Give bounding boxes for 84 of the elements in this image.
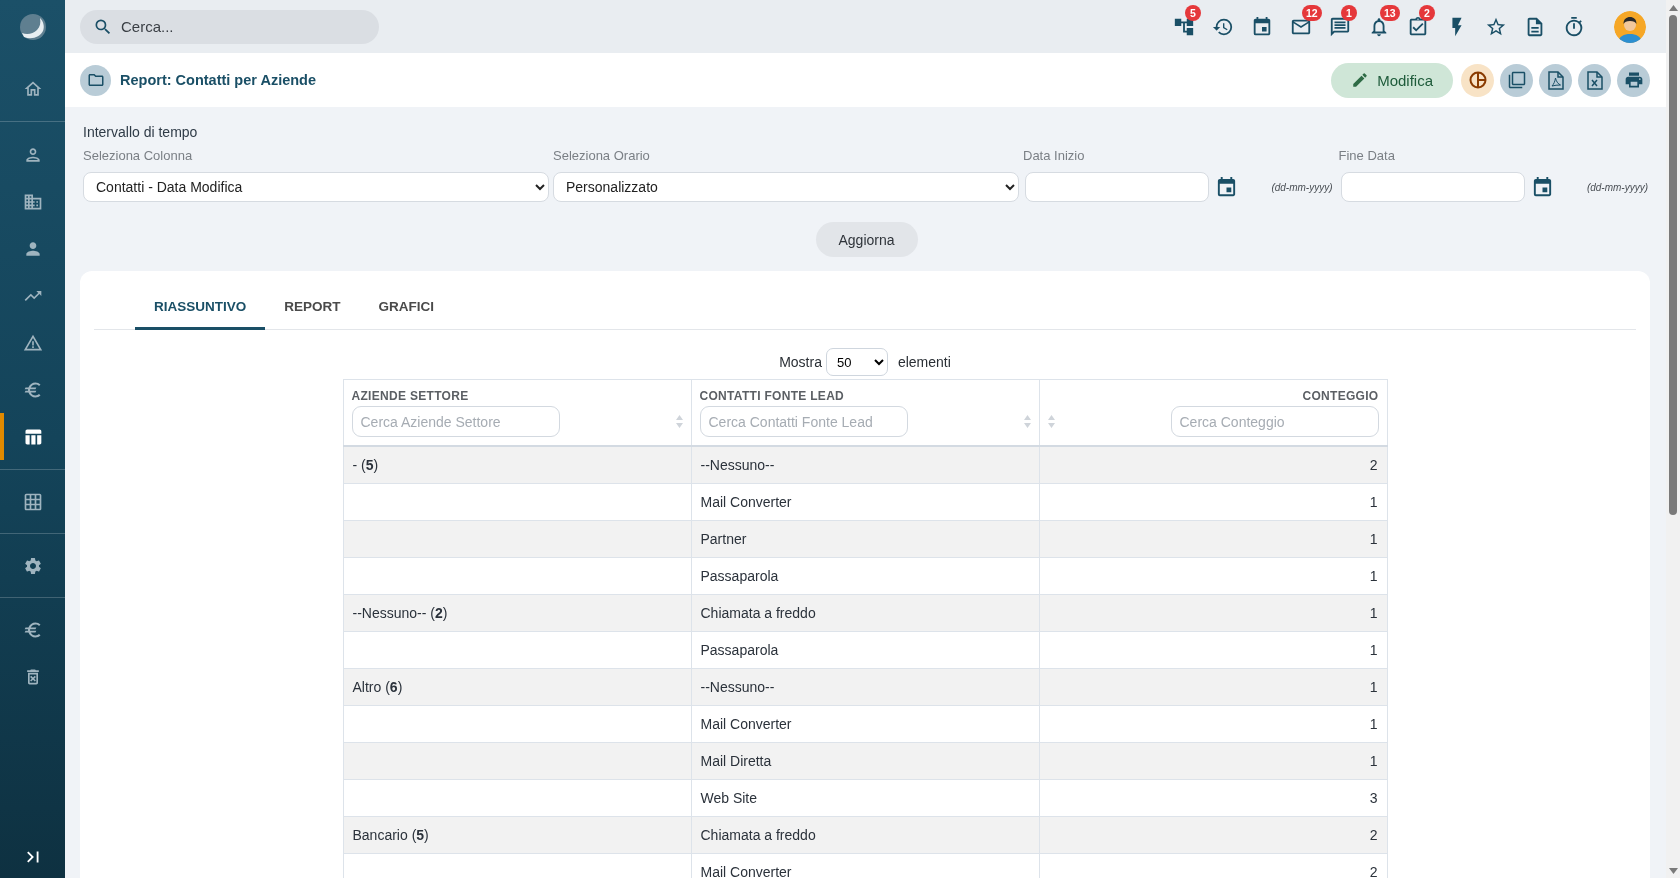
date-format-hint: (dd-mm-yyyy)	[1271, 181, 1334, 193]
count-badge: 5	[1185, 4, 1201, 21]
table-cell-text: 1	[1369, 715, 1378, 732]
table-cell-text: --Nessuno--	[700, 456, 775, 473]
column-search-field[interactable]: Cerca Aziende Settore	[351, 406, 560, 437]
date-format-hint: (dd-mm-yyyy)	[1586, 181, 1649, 193]
table-cell-text: Web Site	[700, 789, 758, 806]
avatar-icon[interactable]	[1614, 10, 1646, 43]
table-cell-text: --Nessuno-- (2)	[352, 604, 448, 621]
update-button[interactable]: Aggiorna	[815, 222, 918, 257]
settings-icon	[22, 555, 43, 576]
table-cell-text: Altro (6)	[352, 678, 403, 695]
column-heading[interactable]: CONTATTI FONTE LEAD	[699, 389, 1031, 403]
calendar-icon[interactable]	[1215, 175, 1238, 199]
table-cell-text: Mail Converter	[700, 493, 792, 510]
clipboard-check-icon[interactable]	[1407, 15, 1429, 38]
chart-button[interactable]	[1461, 63, 1494, 97]
pdf-file-icon	[1547, 70, 1564, 90]
grid-icon	[22, 491, 43, 512]
length-suffix: elementi	[897, 354, 951, 370]
table-cell-text: - (5)	[352, 456, 379, 473]
section-title: Intervallo di tempo	[83, 124, 199, 140]
copy-button[interactable]	[1500, 63, 1533, 97]
column-search-field[interactable]: Cerca Contatti Fonte Lead	[699, 406, 908, 437]
spreadsheet-button[interactable]	[1578, 63, 1611, 97]
table-cell-text: Chiamata a freddo	[700, 604, 816, 621]
column-select[interactable]: Contatti - Data Modifica	[83, 172, 549, 202]
date-field[interactable]	[1025, 172, 1209, 202]
page-length-select[interactable]: 50	[825, 348, 888, 376]
field-label: Seleziona Orario	[553, 148, 651, 163]
field-label: Data Inizio	[1023, 148, 1086, 163]
table-cell-text: Mail Converter	[700, 863, 792, 878]
spreadsheet-file-icon	[1586, 70, 1603, 90]
pie-chart-icon	[1468, 71, 1487, 89]
table-cell-text: 1	[1369, 493, 1378, 510]
date-field[interactable]	[1340, 172, 1525, 202]
table-cell-text: 1	[1369, 530, 1378, 547]
pencil-icon	[1351, 71, 1370, 89]
table-cell-text: 1	[1369, 678, 1378, 695]
table-cell-text: --Nessuno--	[700, 678, 775, 695]
column-search-field[interactable]: Cerca Conteggio	[1170, 406, 1379, 437]
count-badge: 2	[1419, 4, 1435, 21]
table-cell-text: Passaparola	[700, 567, 779, 584]
field-label: Seleziona Colonna	[83, 148, 194, 163]
folder-icon	[80, 64, 111, 96]
table-cell-text: 2	[1369, 826, 1378, 843]
copy-icon	[1507, 71, 1526, 89]
table-cell-text: 1	[1369, 567, 1378, 584]
stopwatch-icon[interactable]	[1563, 15, 1585, 38]
column-heading[interactable]: AZIENDE SETTORE	[351, 389, 683, 403]
column-heading[interactable]: CONTEGGIO	[1047, 389, 1379, 403]
count-badge: 13	[1380, 4, 1400, 21]
printer-icon	[1623, 70, 1644, 90]
count-badge: 1	[1341, 4, 1357, 21]
edit-button[interactable]: Modifica	[1331, 62, 1453, 98]
table-cell-text: 3	[1369, 789, 1378, 806]
table-cell-text: 1	[1369, 752, 1378, 769]
search-field[interactable]: Cerca...	[80, 9, 379, 44]
pdf-button[interactable]	[1539, 63, 1572, 97]
table-cell-text: 2	[1369, 863, 1378, 878]
table-cell-text: Chiamata a freddo	[700, 826, 816, 843]
tab[interactable]: REPORT	[265, 286, 360, 330]
scroll-up-icon[interactable]	[1668, 5, 1678, 11]
logo-icon[interactable]	[17, 11, 48, 42]
table-cell-text: Partner	[700, 530, 747, 547]
table-cell-text: Bancario (5)	[352, 826, 429, 843]
count-badge: 12	[1302, 4, 1322, 21]
table-cell-text: Mail Converter	[700, 715, 792, 732]
table-cell-text: Mail Diretta	[700, 752, 772, 769]
print-button[interactable]	[1617, 63, 1650, 97]
table-cell-text: 2	[1369, 456, 1378, 473]
field-label: Fine Data	[1338, 148, 1396, 163]
chat-icon[interactable]	[1329, 15, 1351, 38]
calendar-icon[interactable]	[1251, 15, 1273, 38]
length-label: Mostra	[779, 354, 822, 370]
table-cell-text: 1	[1369, 641, 1378, 658]
scroll-down-icon[interactable]	[1668, 868, 1678, 874]
tab[interactable]: RIASSUNTIVO	[135, 286, 266, 330]
time-select[interactable]: Personalizzato	[553, 172, 1019, 202]
scrollbar-thumb[interactable]	[1669, 15, 1677, 515]
page-title: Report: Contatti per Aziende	[120, 72, 317, 88]
table-cell-text: Passaparola	[700, 641, 779, 658]
tab[interactable]: GRAFICI	[359, 286, 454, 330]
table-cell-text: 1	[1369, 604, 1378, 621]
